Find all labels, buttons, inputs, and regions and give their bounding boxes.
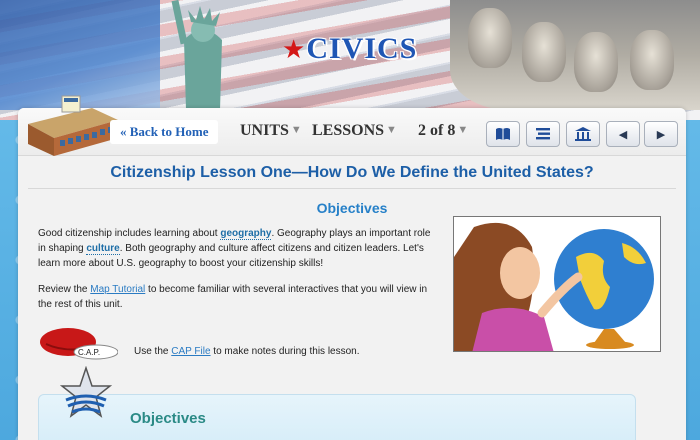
resources-button[interactable] [566,121,600,147]
dropdown-arrow-icon: ▼ [386,124,397,136]
logo-text: CIVICS [306,32,418,65]
map-tutorial-link[interactable]: Map Tutorial [90,284,145,295]
text-segment: to make notes during this lesson. [210,346,360,357]
building-icon [575,127,591,141]
culture-glossary-link[interactable]: culture [86,243,120,255]
cap-label: C.A.P. [78,348,100,357]
units-label: UNITS [240,122,289,139]
next-arrow-icon: ▶ [656,128,666,141]
geography-glossary-link[interactable]: geography [220,228,272,240]
intro-paragraph: Good citizenship includes learning about… [38,226,438,271]
objectives-heading: Objectives [316,200,388,216]
glossary-button[interactable] [486,121,520,147]
list-icon [536,128,550,140]
outline-button[interactable] [526,121,560,147]
prev-arrow-icon: ◀ [618,128,628,141]
girl-with-globe-image [453,216,661,352]
text-segment: Use the [134,346,172,357]
civics-logo: ★ CIVICS [282,32,417,66]
navigation-bar: « Back to Home UNITS ▼ LESSONS ▼ 2 of 8 ▼ [18,95,686,156]
objectives-box-title: Objectives [130,410,206,427]
mount-rushmore-image [450,0,700,110]
dropdown-arrow-icon: ▼ [290,124,302,136]
units-menu[interactable]: UNITS ▼ [240,122,302,140]
content-panel: « Back to Home UNITS ▼ LESSONS ▼ 2 of 8 ▼ [18,95,686,440]
cap-hat-icon: C.A.P. [40,328,118,360]
book-icon [496,128,510,140]
back-to-home-link[interactable]: « Back to Home [110,120,219,144]
previous-page-button[interactable]: ◀ [606,121,640,147]
page-indicator-menu[interactable]: 2 of 8 ▼ [418,122,468,140]
lessons-menu[interactable]: LESSONS ▼ [312,122,397,140]
next-page-button[interactable]: ▶ [644,121,678,147]
page-indicator: 2 of 8 [418,122,456,139]
cap-instructions: Use the CAP File to make notes during th… [134,346,360,357]
school-building-icon [28,95,118,156]
lesson-title: Citizenship Lesson One—How Do We Define … [110,164,594,181]
dropdown-arrow-icon: ▼ [457,124,469,136]
cap-file-link[interactable]: CAP File [171,346,210,357]
text-segment: Review the [38,284,91,295]
star-icon: ★ [282,34,306,64]
tutorial-paragraph: Review the Map Tutorial to become famili… [38,282,438,312]
divider [28,188,676,189]
text-segment: Good citizenship includes learning about [38,228,221,239]
objectives-box [38,394,636,440]
star-badge-icon [60,366,112,418]
lessons-label: LESSONS [312,122,385,139]
statue-of-liberty-image [171,0,222,110]
